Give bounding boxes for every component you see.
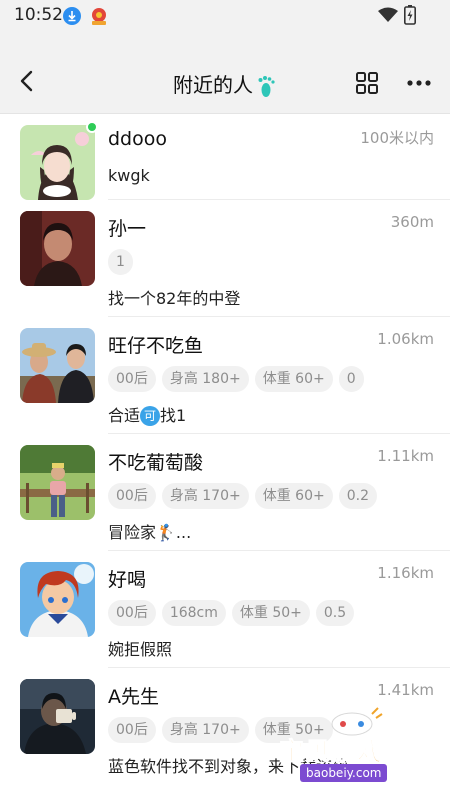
user-bio: kwgk	[108, 166, 150, 185]
user-tags: 00后 身高 180+ 体重 60+ 0	[108, 366, 364, 392]
user-name: A先生	[108, 686, 159, 708]
user-tag: 00后	[108, 366, 156, 392]
user-bio: 找一个82年的中登	[108, 289, 241, 308]
user-name: 好喝	[108, 569, 147, 591]
user-name: ddooo	[108, 128, 167, 150]
nav-bar: 附近的人	[0, 32, 450, 114]
user-tag: 身高 170+	[161, 483, 249, 509]
user-tag: 1	[108, 249, 133, 275]
user-tag: 0.5	[315, 600, 355, 626]
app-notification-icon	[92, 8, 106, 25]
user-avatar[interactable]	[20, 211, 95, 286]
user-bio: 合适可找1	[108, 406, 187, 426]
user-bio: 婉拒假照	[108, 640, 173, 659]
user-tag: 体重 50+	[231, 600, 310, 626]
user-tag: 身高 180+	[161, 366, 249, 392]
user-distance: 1.11km	[377, 447, 434, 465]
more-options-icon[interactable]	[405, 71, 433, 95]
user-avatar[interactable]	[20, 562, 95, 637]
user-name: 不吃葡萄酸	[108, 452, 204, 474]
watermark-url: baobeiy.com	[300, 764, 388, 782]
status-bar: 10:52	[0, 0, 450, 32]
user-tag: 168cm	[161, 600, 226, 626]
watermark-text: 宝贝游戏网	[278, 737, 410, 767]
grid-view-icon[interactable]	[355, 71, 379, 95]
page-title: 附近的人	[0, 69, 450, 99]
user-avatar[interactable]	[20, 445, 95, 520]
status-time: 10:52	[14, 5, 63, 25]
user-tag: 身高 170+	[161, 717, 249, 743]
user-distance: 360m	[390, 213, 434, 231]
user-row-2[interactable]: 旺仔不吃鱼 1.06km 00后 身高 180+ 体重 60+ 0 合适可找1	[0, 317, 450, 434]
user-distance: 1.16km	[377, 564, 434, 582]
ke-badge-icon: 可	[140, 406, 161, 426]
user-distance: 1.06km	[377, 330, 434, 348]
user-bio: 冒险家🏌️...	[108, 523, 192, 542]
user-tag: 体重 60+	[254, 483, 333, 509]
user-distance: 1.41km	[377, 681, 434, 699]
user-row-1[interactable]: 孙一 360m 1 找一个82年的中登	[0, 200, 450, 317]
online-status-dot	[86, 121, 98, 133]
user-avatar[interactable]	[20, 328, 95, 403]
user-avatar[interactable]	[20, 679, 95, 754]
user-row-4[interactable]: 好喝 1.16km 00后 168cm 体重 50+ 0.5 婉拒假照	[0, 551, 450, 668]
user-tag: 00后	[108, 483, 156, 509]
user-name: 孙一	[108, 218, 147, 240]
user-row-3[interactable]: 不吃葡萄酸 1.11km 00后 身高 170+ 体重 60+ 0.2 冒险家🏌…	[0, 434, 450, 551]
wifi-icon	[378, 7, 398, 22]
user-tags: 00后 168cm 体重 50+ 0.5	[108, 600, 355, 626]
user-tag: 0.2	[338, 483, 377, 509]
battery-icon	[404, 5, 416, 25]
user-name: 旺仔不吃鱼	[108, 335, 204, 357]
user-tags: 1	[108, 249, 133, 275]
user-avatar[interactable]	[20, 125, 95, 200]
nearby-user-list: ddooo 100米以内 kwgk 孙一 360m 1 找一个82年的中登 旺仔…	[0, 114, 450, 785]
user-row-0[interactable]: ddooo 100米以内 kwgk	[0, 114, 450, 200]
user-tag: 体重 60+	[254, 366, 333, 392]
footprint-icon	[258, 75, 275, 97]
download-notification-icon	[63, 7, 81, 25]
user-tag: 00后	[108, 600, 156, 626]
user-distance: 100米以内	[360, 129, 434, 147]
user-tags: 00后 身高 170+ 体重 60+ 0.2	[108, 483, 377, 509]
user-tag: 0	[338, 366, 364, 392]
page-title-text: 附近的人	[173, 73, 253, 97]
user-tag: 00后	[108, 717, 156, 743]
